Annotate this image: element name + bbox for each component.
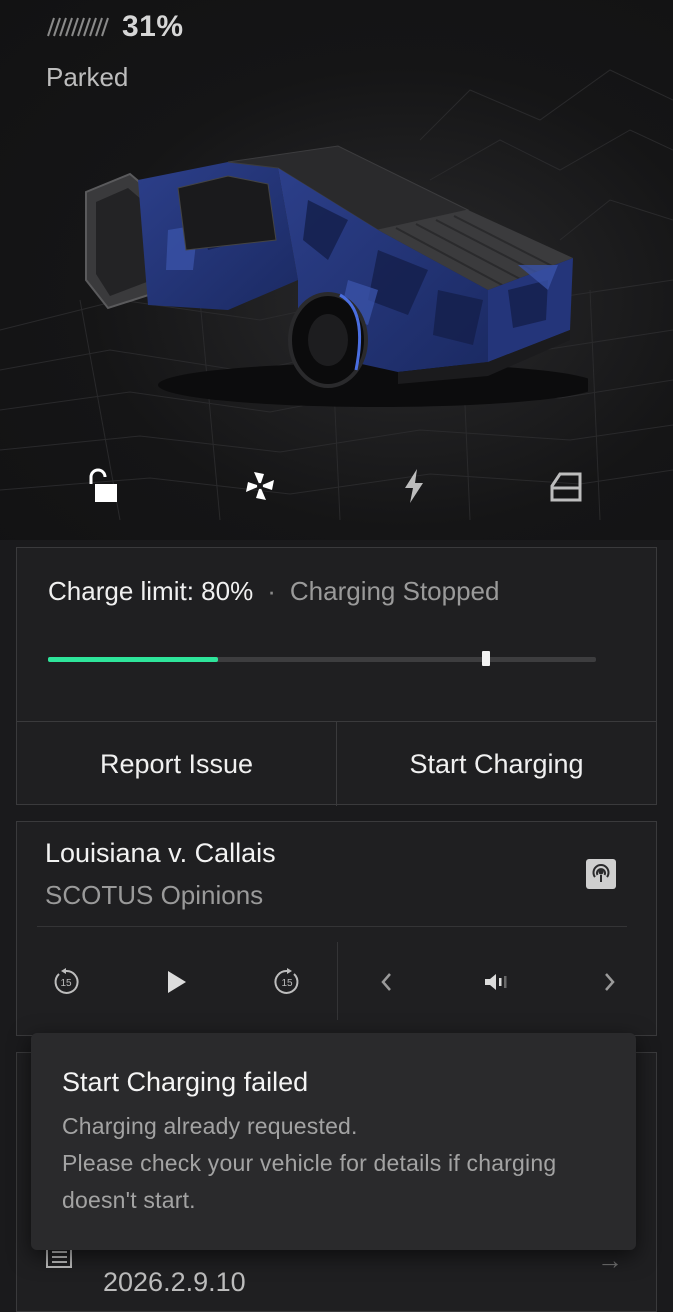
separator-dot: · — [267, 576, 276, 606]
media-controls: 15 15 — [17, 942, 656, 1022]
toast-message-line: Charging already requested. — [62, 1113, 358, 1139]
chevron-right-icon — [605, 973, 615, 991]
rewind-15-icon: 15 — [54, 968, 79, 994]
charging-status-text: Charging Stopped — [289, 576, 500, 606]
forward-15-button[interactable]: 15 — [265, 960, 309, 1004]
next-source-button[interactable] — [587, 960, 631, 1004]
volume-button[interactable] — [475, 960, 519, 1004]
media-subtitle: SCOTUS Opinions — [45, 880, 264, 910]
quick-controls — [0, 458, 673, 514]
play-button[interactable] — [154, 960, 198, 1004]
vehicle-status: Parked — [46, 62, 129, 92]
rewind-15-button[interactable]: 15 — [44, 960, 88, 1004]
charging-card: Charge limit: 80% · Charging Stopped Rep… — [16, 547, 657, 806]
chevron-left-icon — [381, 973, 391, 991]
frunk-button[interactable] — [538, 458, 594, 514]
media-divider — [37, 926, 627, 927]
battery-percent: 31% — [122, 10, 184, 43]
charge-port-button[interactable] — [386, 458, 442, 514]
previous-source-button[interactable] — [365, 960, 409, 1004]
charge-summary: Charge limit: 80% · Charging Stopped — [48, 576, 499, 607]
toast-title: Start Charging failed — [62, 1067, 309, 1097]
podcast-source-button[interactable] — [586, 859, 616, 889]
toast-message-line: doesn't start. — [62, 1187, 196, 1213]
charge-limit-slider[interactable] — [48, 651, 596, 666]
play-icon — [168, 971, 186, 993]
media-player-card: Louisiana v. Callais SCOTUS Opinions 15 — [16, 821, 657, 1036]
volume-icon — [485, 974, 507, 990]
charging-actions: Report Issue Start Charging — [17, 721, 656, 806]
lightning-icon — [405, 469, 423, 503]
rewind-label: 15 — [60, 978, 72, 989]
battery-level-icon — [47, 17, 109, 37]
fan-icon — [246, 472, 274, 500]
lock-toggle-button[interactable] — [75, 458, 131, 514]
unlock-icon — [89, 468, 117, 502]
software-version: 2026.2.9.10 — [103, 1267, 246, 1297]
report-issue-button[interactable]: Report Issue — [17, 722, 336, 806]
start-charging-button[interactable]: Start Charging — [336, 722, 656, 806]
podcast-icon — [592, 864, 610, 882]
charge-limit-handle[interactable] — [482, 651, 491, 666]
toast-message-line: Please check your vehicle for details if… — [62, 1150, 557, 1176]
charge-limit-text: Charge limit: 80% — [48, 576, 254, 606]
frunk-icon — [550, 472, 582, 502]
vehicle-image[interactable] — [78, 140, 588, 410]
forward-label: 15 — [281, 978, 293, 989]
battery-indicator: 31% — [46, 10, 184, 44]
climate-button[interactable] — [232, 458, 288, 514]
controls-divider — [337, 942, 338, 1020]
error-toast[interactable]: Start Charging failed Charging already r… — [31, 1033, 636, 1250]
battery-level-fill — [48, 657, 218, 662]
media-title: Louisiana v. Callais — [45, 838, 276, 868]
forward-15-icon: 15 — [274, 968, 299, 994]
